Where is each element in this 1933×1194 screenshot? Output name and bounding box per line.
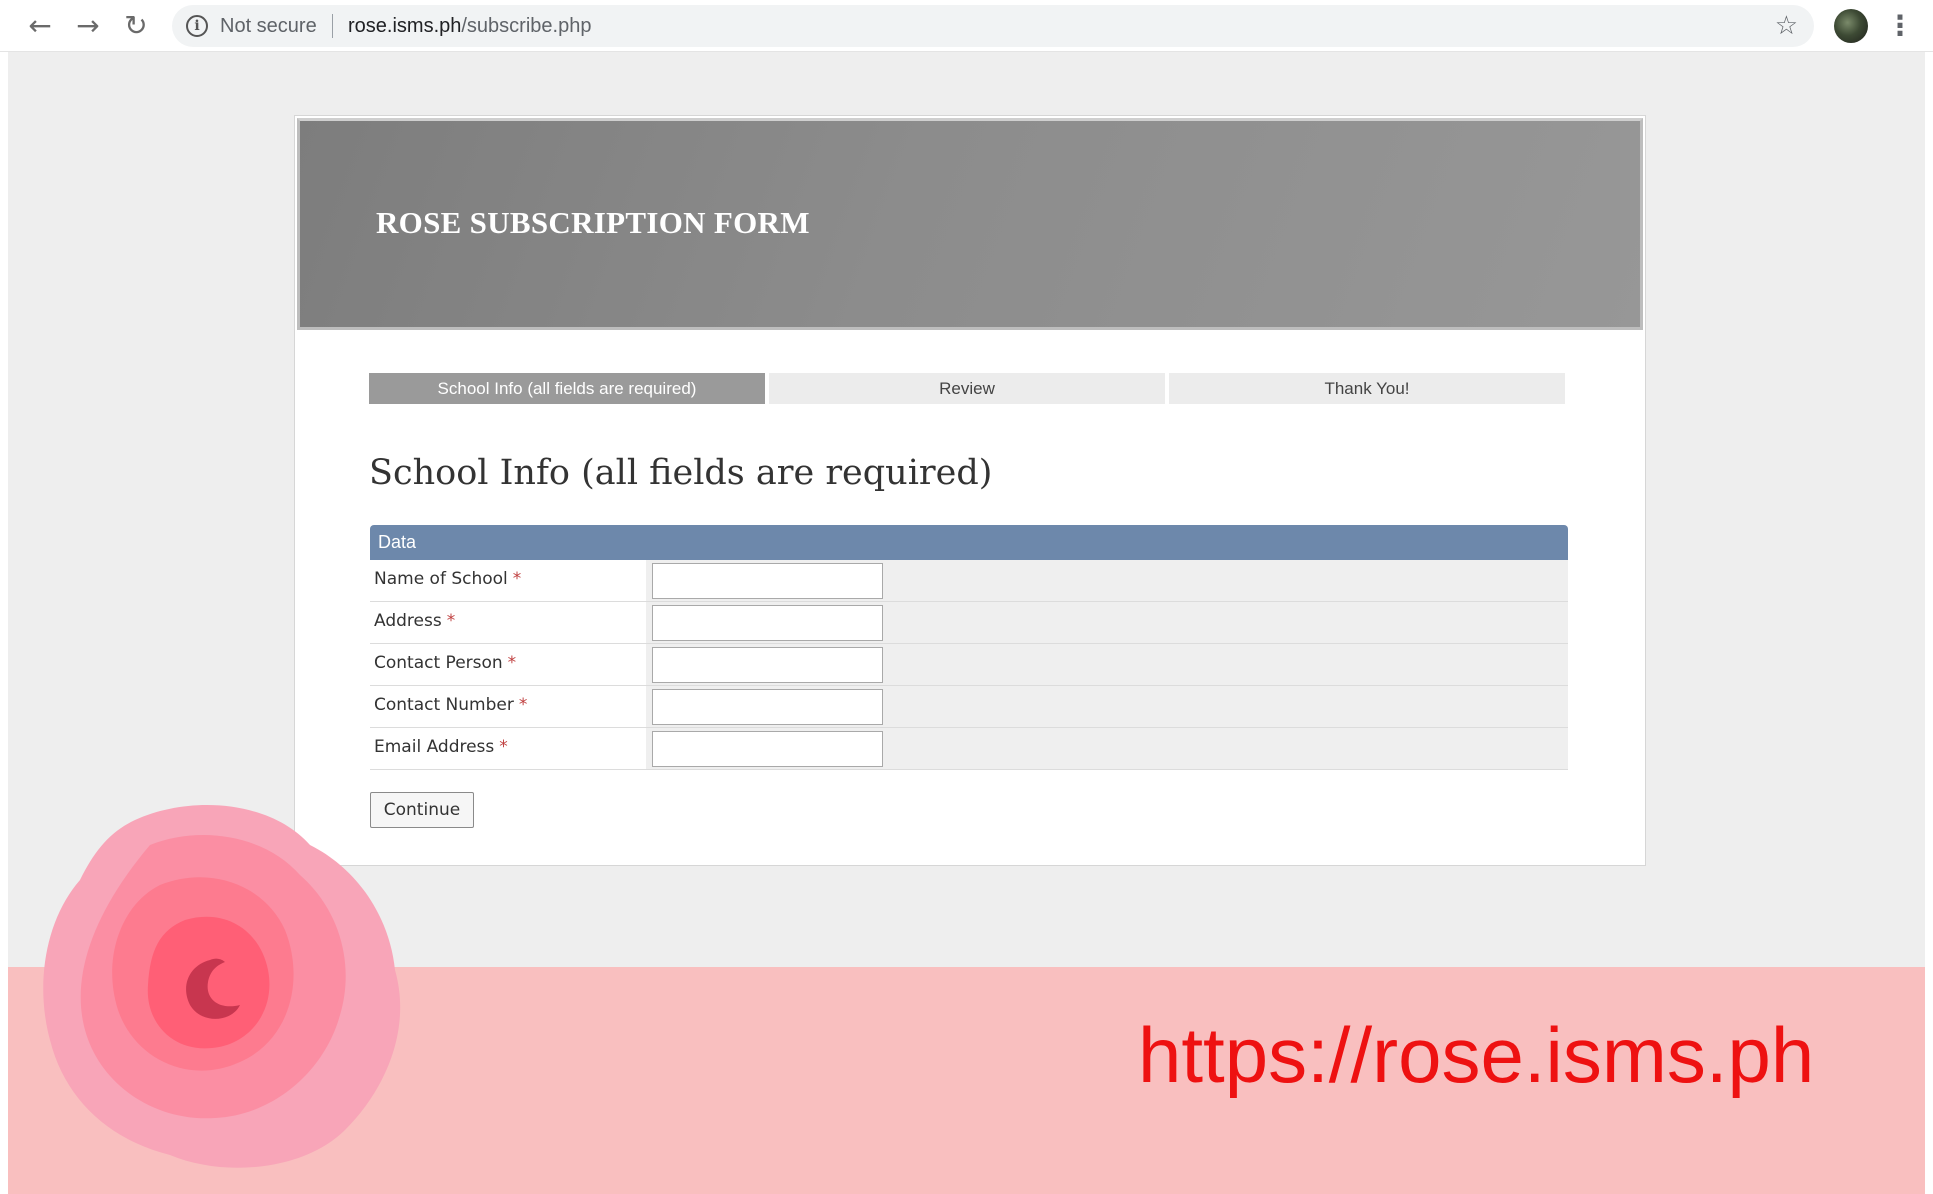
url-host: rose.isms.ph [348, 15, 462, 37]
bookmark-star-icon[interactable]: ☆ [1775, 11, 1798, 41]
required-marker: * [512, 569, 522, 589]
field-label-text: Contact Number [374, 695, 514, 715]
address-separator [332, 14, 333, 38]
field-label: Address * [370, 602, 646, 643]
step-school-info: School Info (all fields are required) [369, 373, 765, 404]
field-label-text: Name of School [374, 569, 508, 589]
info-icon[interactable]: i [186, 15, 208, 37]
field-cell [646, 686, 1568, 727]
step-thank-you: Thank You! [1169, 373, 1565, 404]
forward-arrow-icon[interactable]: → [70, 8, 106, 44]
step-review: Review [769, 373, 1165, 404]
email-address-input[interactable] [652, 731, 883, 767]
field-cell [646, 602, 1568, 643]
required-marker: * [518, 695, 528, 715]
address-bar[interactable]: i Not secure rose.isms.ph/subscribe.php … [172, 5, 1814, 47]
form-row-name-of-school: Name of School * [370, 560, 1568, 602]
name-of-school-input[interactable] [652, 563, 883, 599]
browser-toolbar: ← → ↻ i Not secure rose.isms.ph/subscrib… [0, 0, 1933, 52]
field-cell [646, 728, 1568, 769]
required-marker: * [499, 737, 508, 757]
field-label-text: Address [374, 611, 442, 631]
field-label-text: Email Address [374, 737, 495, 757]
rose-icon [43, 805, 401, 1168]
field-label: Email Address * [370, 728, 646, 769]
url-path: /subscribe.php [461, 15, 592, 37]
security-label[interactable]: Not secure [220, 15, 317, 38]
contact-number-input[interactable] [652, 689, 883, 725]
form-row-email-address: Email Address * [370, 728, 1568, 770]
form-row-address: Address * [370, 602, 1568, 644]
field-label: Contact Person * [370, 644, 646, 685]
form-title: ROSE SUBSCRIPTION FORM [376, 205, 810, 240]
back-arrow-icon[interactable]: ← [22, 8, 58, 44]
field-cell [646, 644, 1568, 685]
form-row-contact-number: Contact Number * [370, 686, 1568, 728]
field-label-text: Contact Person [374, 653, 503, 673]
url-text[interactable]: rose.isms.ph/subscribe.php [348, 15, 591, 38]
form-row-contact-person: Contact Person * [370, 644, 1568, 686]
field-label: Name of School * [370, 560, 646, 601]
required-marker: * [446, 611, 456, 631]
profile-avatar[interactable] [1834, 9, 1868, 43]
form-header: ROSE SUBSCRIPTION FORM [297, 118, 1643, 330]
progress-steps: School Info (all fields are required) Re… [369, 373, 1565, 404]
subscription-card: ROSE SUBSCRIPTION FORM School Info (all … [294, 115, 1646, 866]
address-input[interactable] [652, 605, 883, 641]
field-label: Contact Number * [370, 686, 646, 727]
table-header: Data [370, 525, 1568, 560]
reload-icon[interactable]: ↻ [118, 8, 154, 44]
contact-person-input[interactable] [652, 647, 883, 683]
required-marker: * [507, 653, 517, 673]
section-title: School Info (all fields are required) [369, 453, 993, 493]
kebab-menu-icon[interactable]: ⋮ [1886, 8, 1914, 44]
field-cell [646, 560, 1568, 601]
banner-url: https://rose.isms.ph [1138, 1011, 1815, 1099]
